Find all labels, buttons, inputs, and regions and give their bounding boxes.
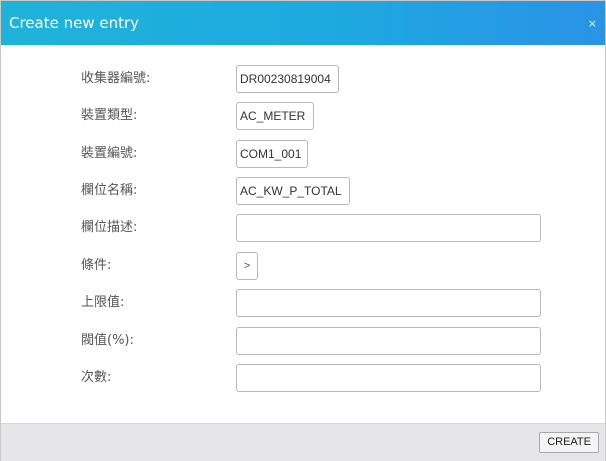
count-input[interactable] [236, 364, 541, 392]
upper-limit-label: 上限值: [81, 295, 125, 310]
dialog-footer: CREATE [1, 423, 605, 461]
create-button[interactable]: CREATE [539, 432, 599, 453]
count-label: 次數: [81, 370, 112, 385]
upper-limit-row: 上限值: [1, 289, 605, 317]
field-desc-label: 欄位描述: [81, 220, 138, 235]
dialog-titlebar: Create new entry × [1, 1, 605, 45]
count-row: 次數: [1, 364, 605, 392]
condition-select[interactable]: > [236, 252, 258, 280]
device-id-field[interactable]: COM1_001 [236, 140, 308, 168]
collector-id-row: 收集器編號: DR00230819004 [1, 65, 605, 93]
threshold-label: 閥值(%): [81, 333, 134, 348]
field-name-row: 欄位名稱: AC_KW_P_TOTAL [1, 177, 605, 205]
condition-row: 條件: > [1, 252, 605, 280]
device-type-row: 裝置類型: AC_METER [1, 102, 605, 130]
field-desc-row: 欄位描述: [1, 214, 605, 242]
collector-id-field[interactable]: DR00230819004 [236, 65, 339, 93]
threshold-row: 閥值(%): [1, 327, 605, 355]
device-type-field[interactable]: AC_METER [236, 102, 314, 130]
field-desc-input[interactable] [236, 214, 541, 242]
condition-label: 條件: [81, 258, 112, 273]
device-type-label: 裝置類型: [81, 108, 138, 123]
collector-id-label: 收集器編號: [81, 71, 151, 86]
field-name-label: 欄位名稱: [81, 183, 138, 198]
threshold-input[interactable] [236, 327, 541, 355]
device-id-row: 裝置編號: COM1_001 [1, 140, 605, 168]
dialog-title: Create new entry [9, 14, 140, 32]
close-icon[interactable]: × [588, 1, 597, 45]
upper-limit-input[interactable] [236, 289, 541, 317]
device-id-label: 裝置編號: [81, 146, 138, 161]
create-entry-dialog: Create new entry × 收集器編號: DR00230819004 … [0, 0, 606, 461]
field-name-field[interactable]: AC_KW_P_TOTAL [236, 177, 350, 205]
